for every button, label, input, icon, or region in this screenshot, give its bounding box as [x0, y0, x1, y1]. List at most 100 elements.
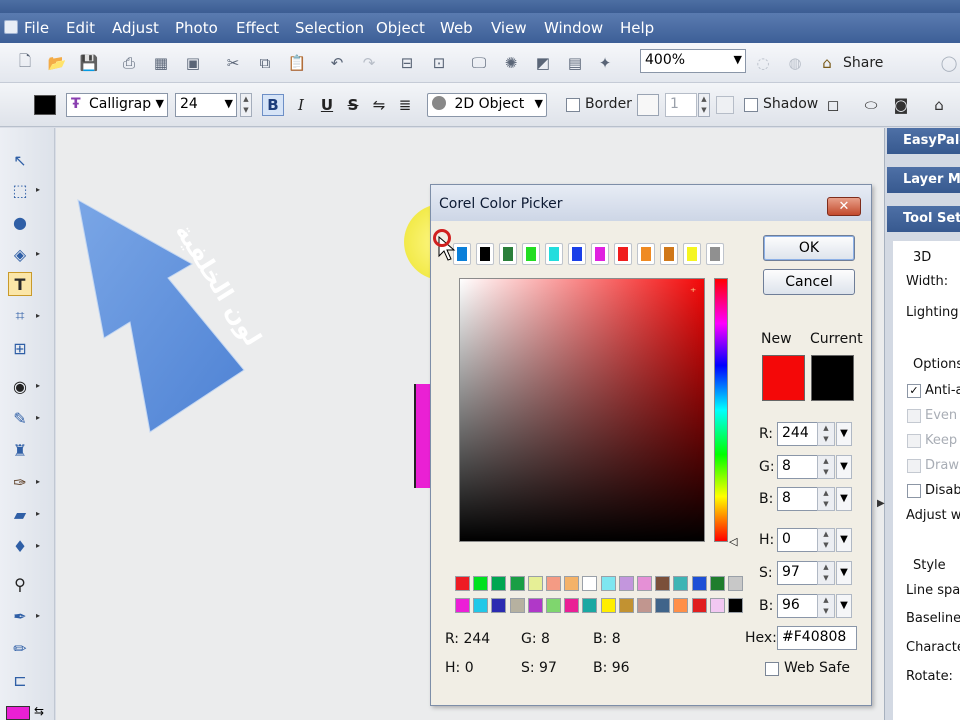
brightness-stepper[interactable]: ▲ ▼ [817, 594, 835, 618]
recent-color-swatch[interactable] [499, 243, 517, 265]
s-dropdown[interactable]: ▼ [836, 561, 852, 585]
palette-swatch[interactable] [564, 576, 580, 591]
palette-swatch[interactable] [637, 598, 652, 613]
cylinder-icon[interactable]: ⬭ [860, 94, 882, 116]
s-stepper[interactable]: ▲ ▼ [817, 561, 835, 585]
palette-swatch[interactable] [455, 576, 470, 591]
palette-swatch[interactable] [527, 576, 543, 591]
brightness-dropdown[interactable]: ▼ [836, 594, 852, 618]
underline-button[interactable]: U [316, 94, 338, 116]
anti-alias-checkbox[interactable]: ✓ [907, 384, 921, 398]
r-stepper[interactable]: ▲ ▼ [817, 422, 835, 446]
paste-icon[interactable]: 📋 [286, 52, 308, 74]
recent-color-swatch[interactable] [545, 243, 563, 265]
palette-swatch[interactable] [637, 576, 652, 591]
palette-swatch[interactable] [564, 598, 580, 613]
close-button[interactable]: ✕ [827, 197, 861, 216]
b-stepper[interactable]: ▲ ▼ [817, 487, 835, 511]
camera-icon[interactable]: ◙ [890, 94, 912, 116]
shape-tool-icon[interactable]: ◈ ▸ [8, 242, 40, 266]
r-dropdown[interactable]: ▼ [836, 422, 852, 446]
open-folder-icon[interactable]: 📂 [46, 52, 68, 74]
font-size-select[interactable]: 24 ▼ [175, 93, 237, 117]
zoom-in-icon[interactable]: ◍ [784, 52, 806, 74]
menu-view[interactable]: View [491, 19, 527, 37]
palette-swatch[interactable] [673, 598, 689, 613]
draw-checkbox[interactable] [907, 459, 921, 473]
menu-help[interactable]: Help [620, 19, 654, 37]
panel-collapse-icon[interactable]: ▶ [877, 498, 885, 509]
palette-swatch[interactable] [655, 576, 671, 591]
palette-swatch[interactable] [728, 576, 743, 591]
font-size-stepper[interactable]: ▲ ▼ [240, 93, 252, 117]
palette-swatch[interactable] [491, 576, 507, 591]
align-icon[interactable]: ≣ [394, 94, 416, 116]
cancel-button[interactable]: Cancel [763, 269, 855, 295]
photo-effect-icon[interactable]: ▤ [564, 52, 586, 74]
shadow-settings-icon[interactable]: ◻ [822, 94, 844, 116]
border-width-stepper[interactable]: ▲ ▼ [698, 93, 710, 117]
palette-swatch[interactable] [691, 576, 707, 591]
pick-tool-icon[interactable]: ↖ [8, 148, 32, 172]
disable-checkbox[interactable] [907, 484, 921, 498]
selected-object[interactable] [414, 384, 430, 488]
palette-swatch[interactable] [546, 598, 561, 613]
even-checkbox[interactable] [907, 409, 921, 423]
kerning-icon[interactable]: ⇋ [368, 94, 390, 116]
palette-swatch[interactable] [527, 598, 543, 613]
bank-icon[interactable]: ⌂ [928, 94, 950, 116]
extra-icon[interactable]: ◯ [938, 52, 960, 74]
menu-file[interactable]: File [24, 19, 49, 37]
s-field[interactable]: 97 [777, 561, 819, 585]
italic-button[interactable]: I [290, 94, 312, 116]
keep-checkbox[interactable] [907, 434, 921, 448]
saturation-value-field[interactable]: ⁺ [459, 278, 705, 542]
cut-icon[interactable]: ✂ [222, 52, 244, 74]
palette-swatch[interactable] [673, 576, 689, 591]
palette-swatch[interactable] [473, 598, 489, 613]
recent-color-swatch[interactable] [660, 243, 678, 265]
g-dropdown[interactable]: ▼ [836, 455, 852, 479]
recent-color-swatch[interactable] [706, 243, 724, 265]
hue-slider-arrow-icon[interactable]: ◁ [729, 535, 737, 548]
hue-strip[interactable] [714, 278, 728, 542]
border-color-swatch[interactable] [637, 94, 659, 116]
h-stepper[interactable]: ▲ ▼ [817, 528, 835, 552]
eyedropper-icon[interactable]: ✒ ▸ [8, 604, 40, 628]
palette-swatch[interactable] [655, 598, 671, 613]
crop-frame-icon[interactable]: ⊏ [8, 668, 32, 692]
clone-stamp-icon[interactable]: ♜ [8, 438, 32, 462]
zoom-tool-icon[interactable]: ⚲ [8, 572, 32, 596]
menu-photo[interactable]: Photo [175, 19, 218, 37]
recent-color-swatch[interactable] [476, 243, 494, 265]
object-mode-select[interactable]: 2D Object ▼ [427, 93, 547, 117]
font-select[interactable]: Ŧ Calligrap ▼ [66, 93, 168, 117]
redo-icon[interactable]: ↷ [358, 52, 380, 74]
scan-icon[interactable]: ⊟ [396, 52, 418, 74]
menu-edit[interactable]: Edit [66, 19, 95, 37]
menu-selection[interactable]: Selection [295, 19, 364, 37]
transform-tool-icon[interactable]: ⊞ [8, 336, 32, 360]
print-icon[interactable]: ⎙ [118, 52, 140, 74]
h-field[interactable]: 0 [777, 528, 819, 552]
g-field[interactable]: 8 [777, 455, 819, 479]
r-field[interactable]: 244 [777, 422, 819, 446]
border-style-dropdown[interactable] [716, 96, 734, 114]
copy-icon[interactable]: ⧉ [254, 52, 276, 74]
hex-field[interactable]: #F40808 [777, 626, 857, 650]
eraser-icon[interactable]: ▰ ▸ [8, 502, 40, 526]
strikethrough-button[interactable]: S [342, 94, 364, 116]
selection-tool-icon[interactable]: ⬚ ▸ [8, 178, 40, 202]
palette-swatch[interactable] [728, 598, 743, 613]
grid-icon[interactable]: ▦ [150, 52, 172, 74]
paint-brush-icon[interactable]: ✎ ▸ [8, 406, 40, 430]
menu-effect[interactable]: Effect [236, 19, 279, 37]
effect-brush-icon[interactable]: ✑ ▸ [8, 470, 40, 494]
bold-button[interactable]: B [262, 94, 284, 116]
capture-icon[interactable]: ⊡ [428, 52, 450, 74]
foreground-color-swatch[interactable] [6, 706, 30, 720]
h-dropdown[interactable]: ▼ [836, 528, 852, 552]
save-icon[interactable]: 💾 [78, 52, 100, 74]
palette-swatch[interactable] [709, 598, 725, 613]
pen-icon[interactable]: ✏ [8, 636, 32, 660]
